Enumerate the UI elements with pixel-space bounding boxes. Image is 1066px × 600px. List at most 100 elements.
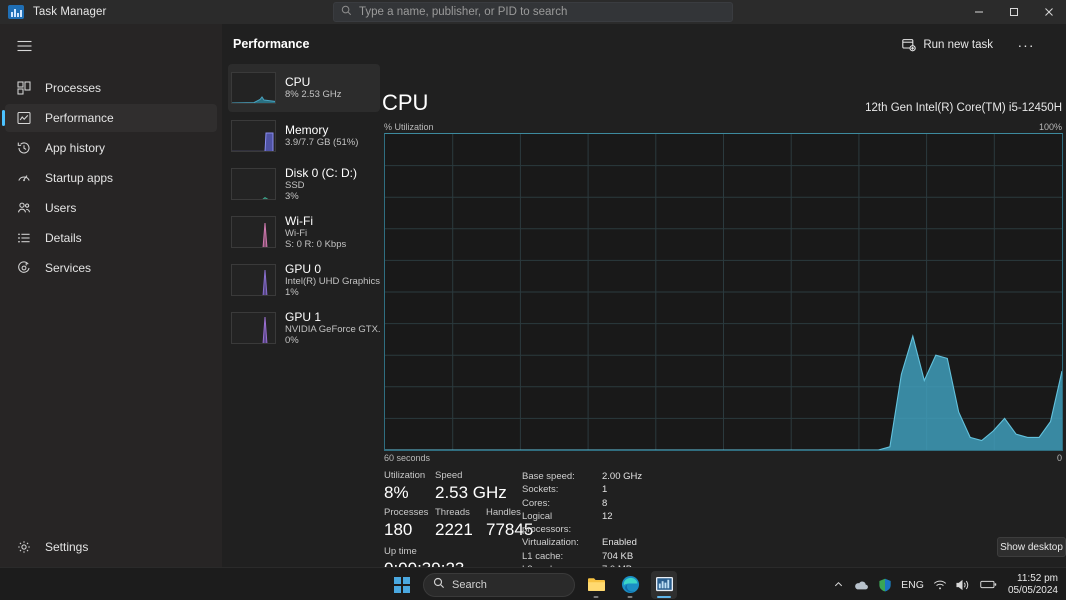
graph-x-axis-end: 0 <box>1056 453 1062 463</box>
sidebar-item-label: Settings <box>45 540 89 554</box>
content-area: Performance Run new task ··· CPU 8% 2.53… <box>222 24 1066 588</box>
search-icon <box>341 3 352 21</box>
sidebar-item-performance[interactable]: Performance <box>2 104 217 132</box>
file-explorer-icon[interactable] <box>583 571 609 599</box>
resource-item-cpu[interactable]: CPU 8% 2.53 GHz <box>228 64 380 112</box>
search-box[interactable] <box>333 2 733 22</box>
sidebar-item-label: Details <box>45 231 82 245</box>
task-manager-icon <box>8 5 24 19</box>
run-new-task-button[interactable]: Run new task <box>893 32 1002 57</box>
window-controls <box>961 0 1066 24</box>
sidebar-item-label: Services <box>45 261 92 275</box>
stat-label: Processes <box>384 507 429 518</box>
content-header: Performance Run new task ··· <box>222 24 1066 64</box>
cpu-mini-graph <box>231 72 276 104</box>
cpu-info-key: L1 cache: <box>522 550 564 562</box>
task-manager-icon[interactable] <box>651 570 677 599</box>
maximize-button[interactable] <box>996 0 1031 24</box>
cpu-info-key: Cores: <box>522 497 550 509</box>
resource-item-gpu1[interactable]: GPU 1 NVIDIA GeForce GTX... 0% <box>228 304 380 352</box>
resource-name: Wi-Fi <box>285 213 313 228</box>
chevron-up-icon[interactable] <box>833 579 844 590</box>
startup-icon <box>16 170 32 186</box>
stat-processes: Processes 180 <box>384 507 428 541</box>
taskbar-search[interactable]: Search <box>423 572 575 597</box>
stat-threads: Threads 2221 <box>435 507 473 541</box>
resource-item-disk0[interactable]: Disk 0 (C: D:) SSD 3% <box>228 160 380 208</box>
resource-item-gpu0[interactable]: GPU 0 Intel(R) UHD Graphics 1% <box>228 256 380 304</box>
resource-sub1: Wi-Fi <box>285 227 308 239</box>
cpu-info-key: Sockets: <box>522 484 559 496</box>
gpu1-mini-graph <box>231 312 276 344</box>
microsoft-edge-icon[interactable] <box>617 571 643 599</box>
resource-sub2: 0% <box>285 335 299 346</box>
onedrive-icon[interactable] <box>853 579 869 591</box>
gpu0-mini-graph <box>231 264 276 296</box>
resource-item-memory[interactable]: Memory 3.9/7.7 GB (51%) <box>228 112 380 160</box>
sidebar-nav: Processes Performance App history Startu… <box>0 74 222 282</box>
detail-title: CPU <box>382 90 429 115</box>
sidebar-item-processes[interactable]: Processes <box>5 74 217 102</box>
cpu-info-key: Logical processors: <box>522 510 572 536</box>
resource-sub1: SSD <box>285 179 305 191</box>
app-running-indicator <box>627 595 633 598</box>
cpu-info-row: Virtualization: Enabled <box>522 536 762 549</box>
users-icon <box>16 200 32 216</box>
app-running-indicator <box>593 595 599 598</box>
processes-icon <box>16 80 32 96</box>
page-title: Performance <box>233 37 310 51</box>
resource-name: GPU 1 <box>285 309 322 324</box>
input-language-indicator[interactable]: ENG <box>901 579 924 591</box>
stat-label: Threads <box>435 507 470 518</box>
resource-item-wifi[interactable]: Wi-Fi Wi-Fi S: 0 R: 0 Kbps <box>228 208 380 256</box>
stat-label: Utilization <box>384 470 426 481</box>
task-manager-window: Task Manager Type a name, publisher, or … <box>0 0 1066 600</box>
sidebar-item-users[interactable]: Users <box>5 194 217 222</box>
resource-name: Memory <box>285 123 329 138</box>
cpu-detail-pane: CPU 12th Gen Intel(R) Core(TM) i5-12450H… <box>382 64 1066 588</box>
cpu-model: 12th Gen Intel(R) Core(TM) i5-12450H <box>865 102 1062 114</box>
sidebar-item-services[interactable]: Services <box>5 254 217 282</box>
cpu-info-value: 2.00 GHz <box>602 471 643 482</box>
stat-value: 2.53 GHz <box>435 483 507 502</box>
resource-sub2: 3% <box>285 191 299 202</box>
cpu-info-value: 704 KB <box>602 550 634 562</box>
stat-label: Up time <box>384 546 417 557</box>
window-title: Task Manager <box>33 6 107 18</box>
resource-sub1: Intel(R) UHD Graphics <box>285 275 380 287</box>
resource-list: CPU 8% 2.53 GHz Memory 3.9/7.7 GB (51%) <box>228 64 380 352</box>
memory-mini-graph <box>231 120 276 152</box>
stat-utilization: Utilization 8% <box>384 470 425 504</box>
resource-sub1: NVIDIA GeForce GTX... <box>285 323 380 335</box>
search-input[interactable] <box>359 6 732 18</box>
battery-icon[interactable] <box>980 579 997 590</box>
system-tray: ENG 11:52 pm 05/05/2024 <box>833 568 1058 600</box>
stat-speed: Speed 2.53 GHz <box>435 470 507 504</box>
cpu-info-row: Base speed: 2.00 GHz <box>522 470 762 483</box>
sidebar-item-details[interactable]: Details <box>5 224 217 252</box>
minimize-button[interactable] <box>961 0 996 24</box>
title-bar: Task Manager <box>0 0 1066 24</box>
wifi-icon[interactable] <box>933 579 947 591</box>
windows-logo-icon <box>394 576 410 593</box>
windows-security-icon[interactable] <box>878 578 892 592</box>
stat-value: 180 <box>384 520 413 539</box>
sidebar-item-label: Users <box>45 201 77 215</box>
hamburger-menu-icon[interactable] <box>0 26 48 66</box>
history-icon <box>16 140 32 156</box>
cpu-info-key: Base speed: <box>522 471 575 482</box>
cpu-info-value: 12 <box>602 510 613 522</box>
disk-mini-graph <box>231 168 276 200</box>
stat-value: 2221 <box>435 520 473 539</box>
start-button[interactable] <box>389 572 415 598</box>
cpu-info-value: 1 <box>602 484 608 496</box>
taskbar-clock[interactable]: 11:52 pm 05/05/2024 <box>1008 573 1058 596</box>
resource-name: GPU 0 <box>285 261 322 276</box>
close-button[interactable] <box>1031 0 1066 24</box>
resource-sub2: S: 0 R: 0 Kbps <box>285 239 347 250</box>
sidebar-item-startup-apps[interactable]: Startup apps <box>5 164 217 192</box>
volume-icon[interactable] <box>956 579 971 591</box>
sidebar-item-settings[interactable]: Settings <box>5 533 217 561</box>
sidebar-item-app-history[interactable]: App history <box>5 134 217 162</box>
more-options-button[interactable]: ··· <box>1012 32 1040 57</box>
